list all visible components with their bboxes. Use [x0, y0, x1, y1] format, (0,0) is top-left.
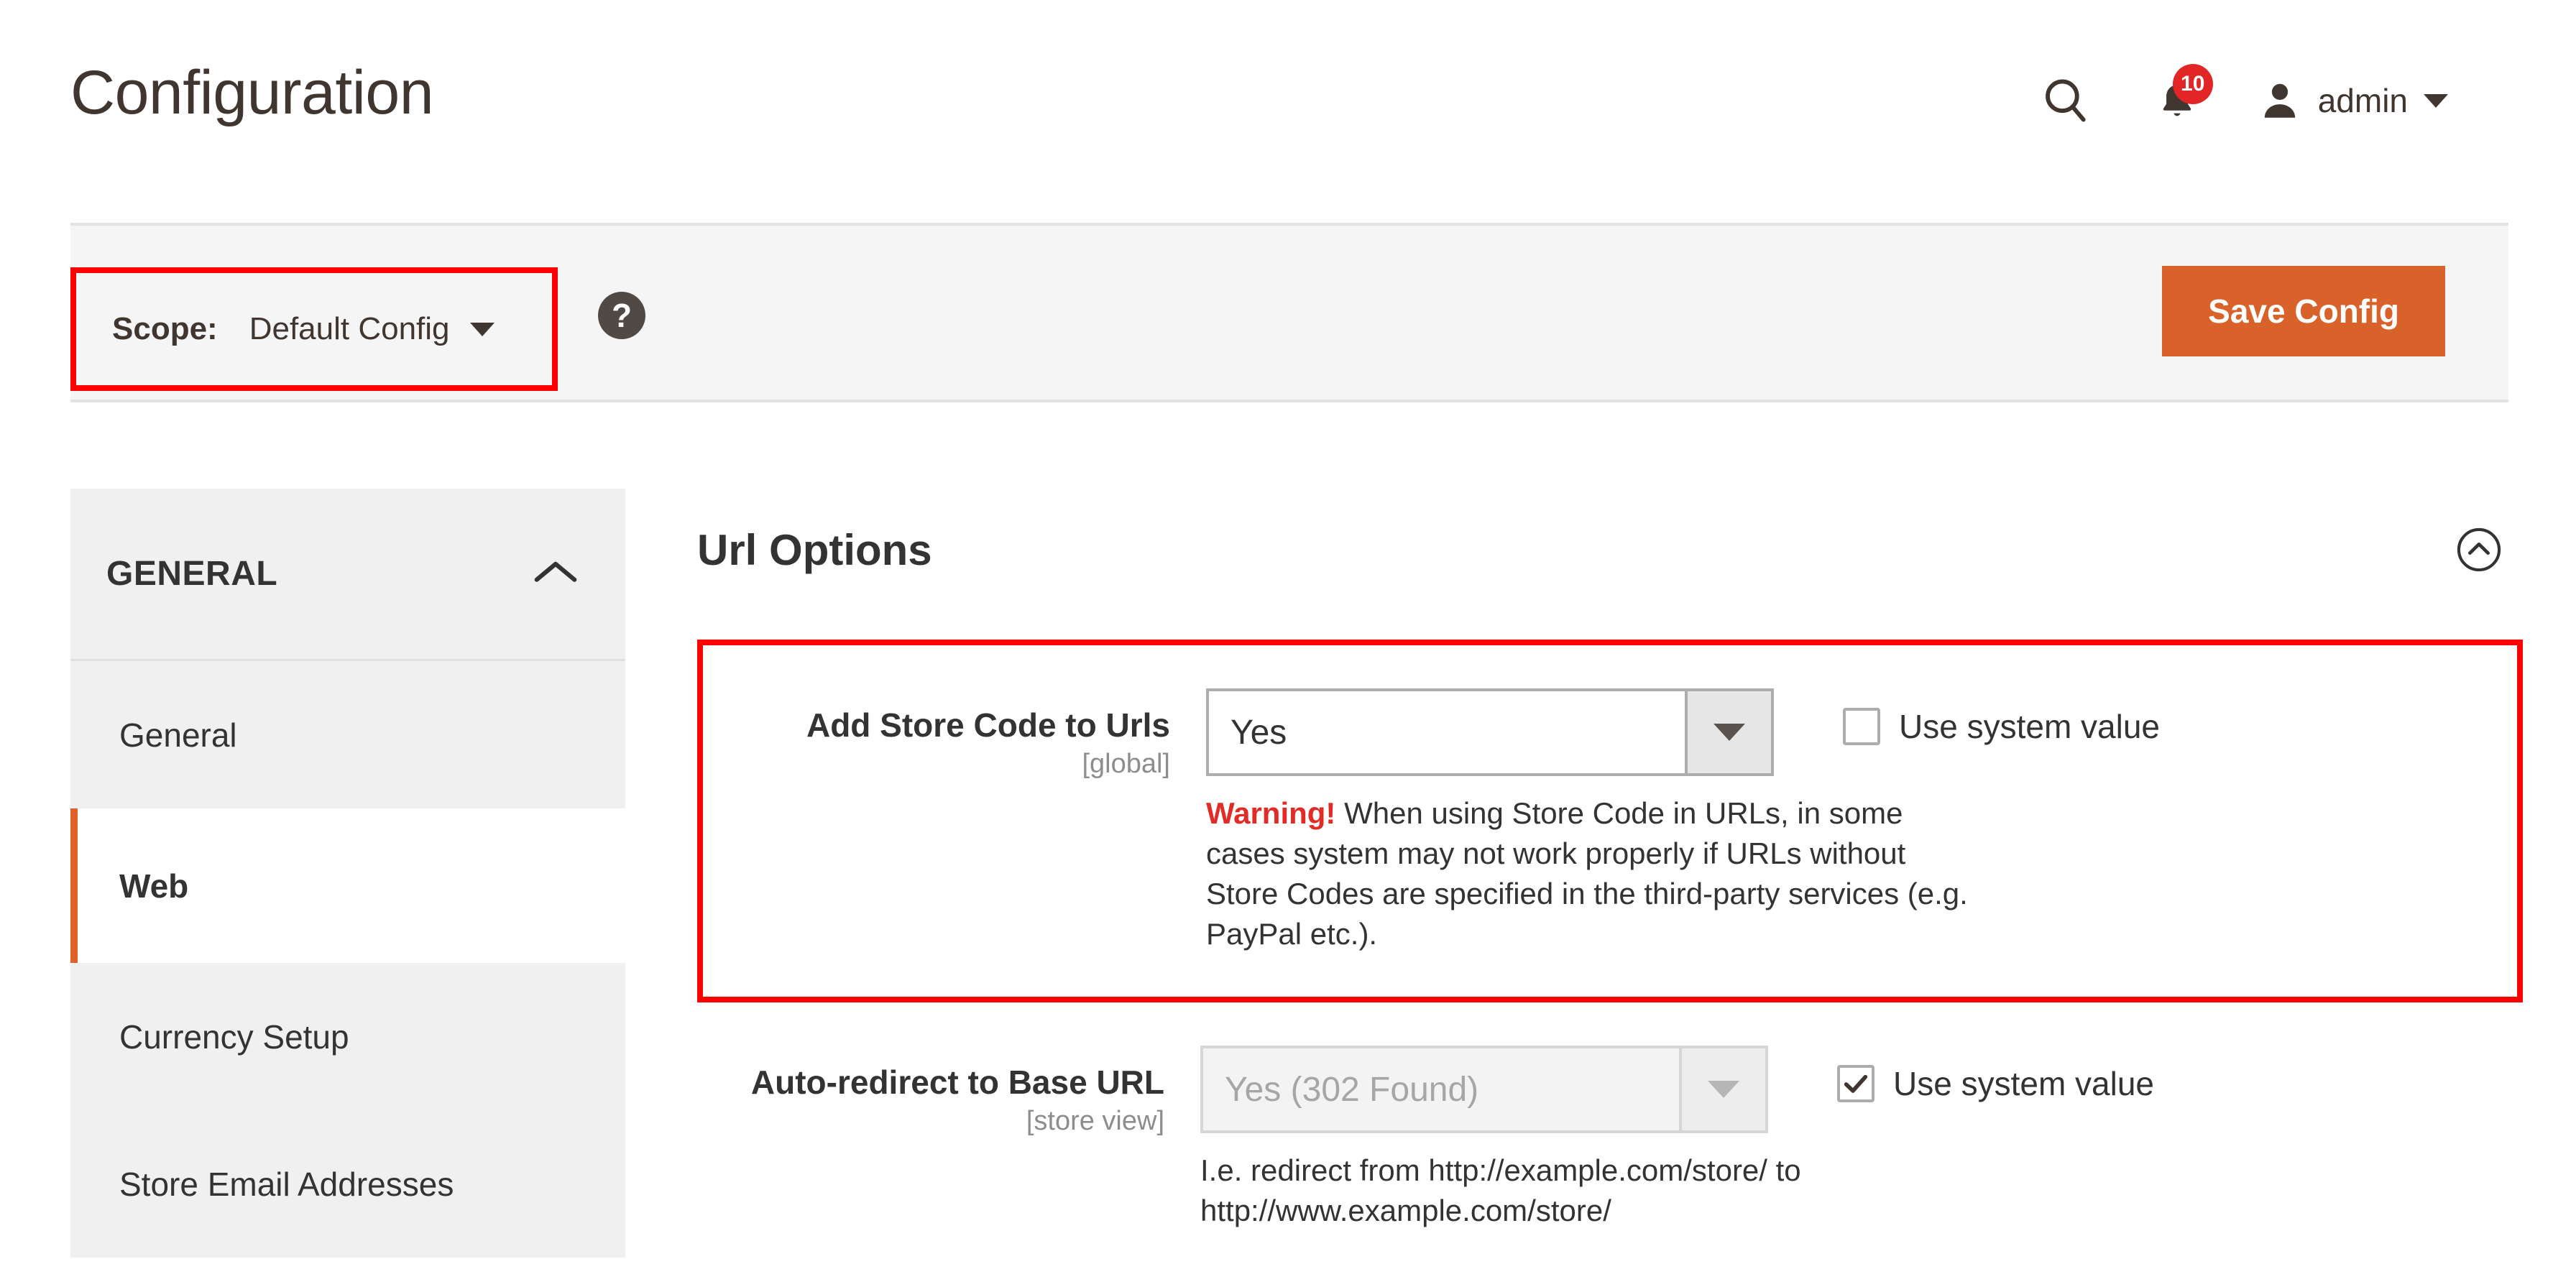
- field-control-column: Yes Warning! When using Store Code in UR…: [1206, 688, 1968, 954]
- chevron-down-icon: [1714, 724, 1745, 741]
- scope-bar: Scope: Default Config: [70, 223, 2508, 402]
- sidebar-item-currency-setup[interactable]: Currency Setup: [70, 963, 625, 1110]
- auto-redirect-select: Yes (302 Found): [1200, 1046, 1768, 1134]
- use-system-value-checkbox[interactable]: [1837, 1065, 1874, 1103]
- chevron-up-circle-icon[interactable]: [2455, 526, 2503, 573]
- field-hint-text: I.e. redirect from http://example.com/st…: [1200, 1153, 1801, 1228]
- field-label-column: Auto-redirect to Base URL [store view]: [697, 1046, 1200, 1137]
- scope-highlight-box: [70, 267, 558, 391]
- field-warning-note: Warning! When using Store Code in URLs, …: [1206, 793, 1968, 954]
- chevron-down-icon: [1708, 1081, 1739, 1099]
- sidebar-item-label: Web: [119, 867, 189, 905]
- sidebar-item-label: Currency Setup: [119, 1018, 349, 1056]
- use-system-value-toggle-auto-redirect[interactable]: Use system value: [1837, 1046, 2154, 1103]
- field-label: Add Store Code to Urls: [806, 706, 1170, 744]
- select-arrow-button[interactable]: [1685, 691, 1771, 773]
- notifications-button[interactable]: 10: [2141, 64, 2213, 133]
- field-row-add-store-code: Add Store Code to Urls [global] Yes Warn…: [703, 688, 2517, 954]
- chevron-up-icon: [530, 557, 581, 591]
- use-system-value-label: Use system value: [1893, 1065, 2155, 1103]
- select-selected-value: Yes: [1230, 713, 1287, 752]
- save-config-button[interactable]: Save Config: [2162, 266, 2445, 356]
- config-main-panel: Url Options Add Store Code to Urls [glob…: [697, 503, 2523, 1231]
- select-selected-value: Yes (302 Found): [1225, 1070, 1479, 1109]
- notifications-badge: 10: [2172, 64, 2213, 104]
- sidebar-section-general[interactable]: GENERAL: [70, 489, 625, 661]
- sidebar-item-label: Store Email Addresses: [119, 1165, 454, 1203]
- url-options-section-header[interactable]: Url Options: [697, 503, 2523, 596]
- user-avatar-icon: [2264, 83, 2295, 118]
- field-control-column: Yes (302 Found) I.e. redirect from http:…: [1200, 1046, 1801, 1231]
- chevron-down-icon: [2424, 93, 2448, 108]
- field-label-column: Add Store Code to Urls [global]: [703, 688, 1206, 780]
- field-scope-label: [store view]: [1026, 1105, 1164, 1136]
- sidebar-item-store-email-addresses[interactable]: Store Email Addresses: [70, 1110, 625, 1258]
- warning-prefix: Warning!: [1206, 796, 1336, 830]
- user-menu-button[interactable]: admin: [2258, 78, 2448, 123]
- question-mark-icon[interactable]: ?: [598, 292, 645, 339]
- page-title: Configuration: [70, 58, 434, 127]
- sidebar-section-title: GENERAL: [106, 555, 278, 593]
- select-arrow-button: [1679, 1048, 1765, 1131]
- header-actions: 10 admin: [2033, 64, 2448, 133]
- config-sidebar: GENERAL General Web Currency Setup Store…: [70, 489, 625, 1287]
- field-row-auto-redirect: Auto-redirect to Base URL [store view] Y…: [697, 1046, 2523, 1231]
- user-name-label: admin: [2317, 82, 2408, 119]
- page-header: Configuration 10 admin: [0, 0, 2576, 223]
- field-group-auto-redirect: Auto-redirect to Base URL [store view] Y…: [697, 1046, 2523, 1231]
- use-system-value-checkbox[interactable]: [1843, 708, 1880, 745]
- sidebar-item-general[interactable]: General: [70, 661, 625, 808]
- sidebar-item-web[interactable]: Web: [70, 808, 625, 963]
- field-label: Auto-redirect to Base URL: [750, 1064, 1164, 1102]
- add-store-code-select[interactable]: Yes: [1206, 688, 1774, 776]
- sidebar-item-label: General: [119, 716, 237, 754]
- use-system-value-toggle-add-store-code[interactable]: Use system value: [1843, 688, 2160, 746]
- use-system-value-label: Use system value: [1899, 708, 2161, 745]
- search-icon[interactable]: [2033, 68, 2098, 133]
- configuration-page: Configuration 10 admin Scope: Default Co…: [0, 0, 2576, 1287]
- checkmark-icon: [1844, 1075, 1868, 1094]
- field-scope-label: [global]: [1082, 748, 1170, 779]
- section-title: Url Options: [697, 525, 932, 574]
- field-group-add-store-code: Add Store Code to Urls [global] Yes Warn…: [697, 640, 2523, 1003]
